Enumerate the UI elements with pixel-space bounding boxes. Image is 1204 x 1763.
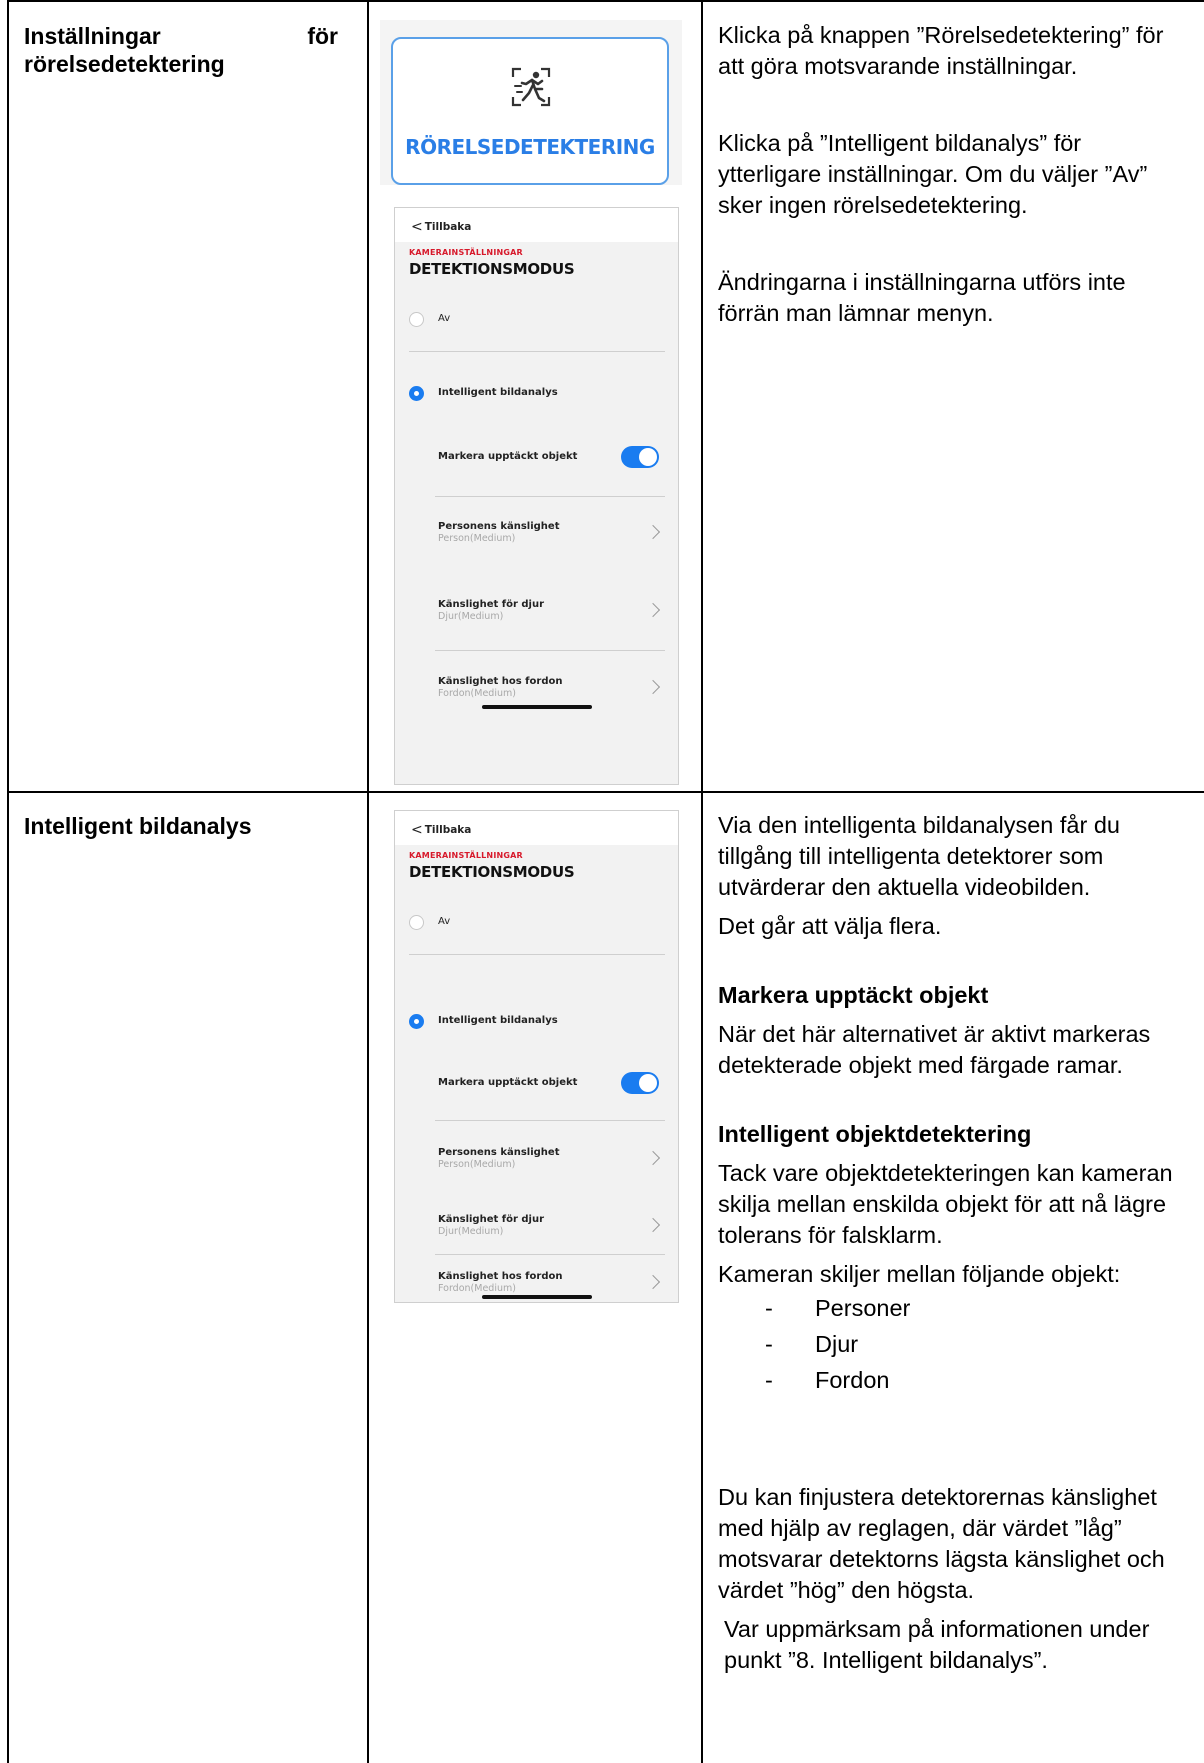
sensitivity-value: Person(Medium) — [438, 1159, 516, 1170]
sensitivity-value: Person(Medium) — [438, 533, 516, 544]
phone-screen-detection-mode-2: < Tillbaka KAMERAINSTÄLLNINGAR DETEKTIONS… — [394, 810, 679, 1303]
divider — [435, 650, 665, 651]
back-button[interactable]: < Tillbaka — [411, 821, 472, 838]
table-border-left — [7, 0, 9, 1763]
radio-intelligent[interactable] — [409, 386, 424, 401]
sensitivity-title: Personens känslighet — [438, 1147, 560, 1158]
list-item: - Personer — [765, 1295, 911, 1321]
radio-off[interactable] — [409, 915, 424, 930]
paragraph: När det här alternativet är aktivt marke… — [718, 1021, 1151, 1078]
radio-off[interactable] — [409, 312, 424, 327]
back-label: Tillbaka — [424, 221, 472, 233]
row1-title-word1: Inställningar — [24, 23, 161, 49]
toggle-label: Markera upptäckt objekt — [438, 1077, 578, 1088]
section-heading: Markera upptäckt objekt — [718, 982, 989, 1008]
phone-heading: DETEKTIONSMODUS — [409, 863, 575, 881]
paragraph: Via den intelligenta bildanalysen får du… — [718, 812, 1120, 900]
divider — [409, 351, 665, 352]
toggle-label: Markera upptäckt objekt — [438, 451, 578, 462]
paragraph: Klicka på knappen ”Rörelsedetektering” f… — [718, 22, 1164, 79]
row2-description: Via den intelligenta bildanalysen får du… — [718, 810, 1188, 1676]
paragraph: Ändringarna i inställningarna utförs int… — [718, 269, 1126, 326]
sensitivity-title: Känslighet för djur — [438, 599, 545, 610]
running-person-detection-icon — [511, 67, 551, 107]
radio-off-label: Av — [438, 313, 451, 324]
sensitivity-title: Personens känslighet — [438, 521, 560, 532]
row2-title: Intelligent bildanalys — [24, 813, 252, 839]
mark-detected-toggle[interactable] — [621, 446, 659, 468]
paragraph: Klicka på ”Intelligent bildanalys” för y… — [718, 130, 1148, 218]
divider — [435, 1254, 665, 1255]
chevron-right-icon[interactable] — [645, 1150, 661, 1166]
sensitivity-value: Djur(Medium) — [438, 611, 504, 622]
table-border-top — [7, 0, 1204, 2]
radio-intelligent[interactable] — [409, 1014, 424, 1029]
divider — [435, 496, 665, 497]
chevron-right-icon[interactable] — [645, 1274, 661, 1290]
back-label: Tillbaka — [424, 824, 472, 836]
sensitivity-value: Fordon(Medium) — [438, 688, 516, 699]
object-list: - Personer - Djur - Fordon — [718, 1290, 1188, 1398]
paragraph: Det går att välja flera. — [718, 913, 942, 939]
motion-detection-label: RÖRELSEDETEKTERING — [405, 135, 655, 159]
divider — [435, 1120, 665, 1121]
row1-title-line2: rörelsedetektering — [24, 51, 225, 77]
table-row-divider — [7, 791, 1204, 793]
sensitivity-title: Känslighet hos fordon — [438, 1271, 563, 1282]
home-indicator — [482, 705, 592, 709]
chevron-right-icon[interactable] — [645, 524, 661, 540]
section-heading: Intelligent objektdetektering — [718, 1121, 1032, 1147]
radio-off-label: Av — [438, 916, 451, 927]
phone-screen-detection-mode-1: < Tillbaka KAMERAINSTÄLLNINGAR DETEKTIONS… — [394, 207, 679, 785]
list-item: - Fordon — [765, 1367, 890, 1393]
chevron-right-icon[interactable] — [645, 679, 661, 695]
radio-intelligent-label: Intelligent bildanalys — [438, 1015, 558, 1026]
chevron-left-icon: < — [411, 219, 423, 235]
chevron-right-icon[interactable] — [645, 602, 661, 618]
list-item: - Djur — [765, 1331, 859, 1357]
row1-title-word2: för — [307, 23, 338, 49]
chevron-left-icon: < — [411, 822, 423, 838]
chevron-right-icon[interactable] — [645, 1217, 661, 1233]
row1-title: Inställningar för rörelsedetektering — [24, 22, 338, 78]
phone-subheading: KAMERAINSTÄLLNINGAR — [409, 851, 523, 860]
sensitivity-title: Känslighet för djur — [438, 1214, 545, 1225]
phone-subheading: KAMERAINSTÄLLNINGAR — [409, 248, 523, 257]
mark-detected-toggle[interactable] — [621, 1072, 659, 1094]
paragraph: Var uppmärksam på informationen under pu… — [724, 1616, 1150, 1673]
row1-description: Klicka på knappen ”Rörelsedetektering” f… — [718, 20, 1188, 329]
paragraph: Kameran skiljer mellan följande objekt: — [718, 1261, 1121, 1287]
phone-topbar: < Tillbaka — [395, 208, 678, 242]
table-border-col2 — [701, 0, 703, 1763]
phone-heading: DETEKTIONSMODUS — [409, 260, 575, 278]
phone-topbar: < Tillbaka — [395, 811, 678, 845]
paragraph: Tack vare objektdetekteringen kan kamera… — [718, 1160, 1173, 1248]
motion-detection-button[interactable]: RÖRELSEDETEKTERING — [391, 37, 669, 185]
sensitivity-value: Djur(Medium) — [438, 1226, 504, 1237]
home-indicator — [482, 1295, 592, 1299]
paragraph: Du kan finjustera detektorernas känsligh… — [718, 1484, 1165, 1603]
radio-intelligent-label: Intelligent bildanalys — [438, 387, 558, 398]
table-border-col1 — [367, 0, 369, 1763]
sensitivity-value: Fordon(Medium) — [438, 1283, 516, 1294]
divider — [409, 954, 665, 955]
motion-detection-button-panel: RÖRELSEDETEKTERING — [380, 20, 682, 185]
back-button[interactable]: < Tillbaka — [411, 218, 472, 235]
sensitivity-title: Känslighet hos fordon — [438, 676, 563, 687]
